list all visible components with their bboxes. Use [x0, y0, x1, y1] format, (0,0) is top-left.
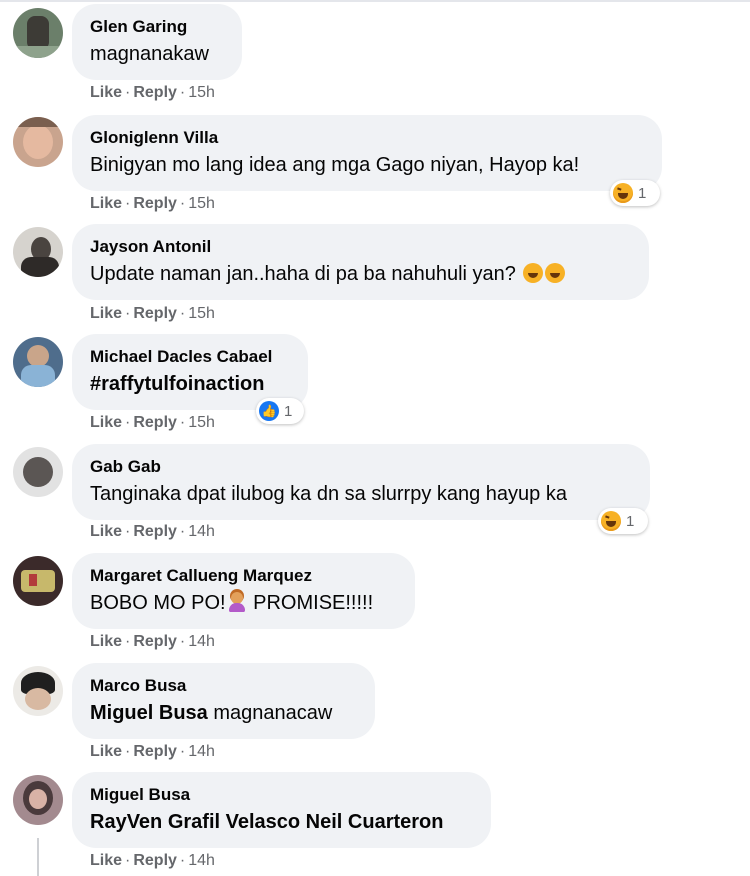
comment-text: magnanakaw [90, 43, 209, 65]
laughing-icon [545, 263, 566, 283]
comment-text: Binigyan mo lang idea ang mga Gago niyan… [90, 154, 580, 176]
mention-link[interactable]: RayVen Grafil Velasco Neil Cuarteron [90, 811, 443, 833]
haha-icon [613, 183, 633, 203]
comment-bubble: Miguel Busa RayVen Grafil Velasco Neil C… [72, 772, 491, 848]
top-divider [0, 0, 750, 2]
like-button[interactable]: Like [90, 633, 122, 650]
avatar[interactable] [13, 447, 63, 497]
comment-bubble: Glen Garing magnanakaw [72, 4, 242, 80]
hashtag-link[interactable]: #raffytulfoinaction [90, 373, 264, 395]
reply-button[interactable]: Reply [133, 414, 177, 431]
like-button[interactable]: Like [90, 852, 122, 869]
comment-bubble: Gab Gab Tanginaka dpat ilubog ka dn sa s… [72, 444, 650, 520]
reply-button[interactable]: Reply [133, 743, 177, 760]
like-button[interactable]: Like [90, 305, 122, 322]
like-button[interactable]: Like [90, 84, 122, 101]
comment-timestamp[interactable]: 15h [188, 305, 215, 322]
comment-actions: Like · Reply · 15h [90, 305, 215, 322]
comment-author[interactable]: Gloniglenn Villa [90, 128, 218, 148]
comment-actions: Like · Reply · 15h [90, 414, 215, 431]
avatar[interactable] [13, 337, 63, 387]
comment-text: BOBO MO PO! PROMISE!!!!! [90, 592, 374, 614]
reply-button[interactable]: Reply [133, 633, 177, 650]
reaction-count: 1 [284, 402, 293, 420]
comment-timestamp[interactable]: 14h [188, 523, 215, 540]
comment-bubble: Gloniglenn Villa Binigyan mo lang idea a… [72, 115, 662, 191]
mention-link[interactable]: Miguel Busa [90, 702, 208, 724]
reaction-badge[interactable]: 👍 1 [256, 398, 304, 424]
comment-timestamp[interactable]: 15h [188, 84, 215, 101]
comment-author[interactable]: Gab Gab [90, 457, 161, 477]
avatar[interactable] [13, 775, 63, 825]
reaction-count: 1 [638, 184, 647, 202]
comment-text: #raffytulfoinaction [90, 373, 264, 396]
comment-text: Miguel Busa magnanacaw [90, 702, 333, 724]
reply-thread-line [37, 838, 39, 876]
avatar[interactable] [13, 556, 63, 606]
comment-timestamp[interactable]: 14h [188, 852, 215, 869]
comment-bubble: Marco Busa Miguel Busa magnanacaw [72, 663, 375, 739]
comment-author[interactable]: Miguel Busa [90, 785, 190, 805]
comment-actions: Like · Reply · 14h [90, 523, 215, 540]
like-button[interactable]: Like [90, 414, 122, 431]
comment-actions: Like · Reply · 15h [90, 84, 215, 101]
comment-actions: Like · Reply · 15h [90, 195, 215, 212]
comment-author[interactable]: Marco Busa [90, 676, 186, 696]
comment-actions: Like · Reply · 14h [90, 852, 215, 869]
laughing-icon [523, 263, 544, 283]
comment-bubble: Jayson Antonil Update naman jan..haha di… [72, 224, 649, 300]
like-button[interactable]: Like [90, 195, 122, 212]
avatar[interactable] [13, 227, 63, 277]
like-button[interactable]: Like [90, 743, 122, 760]
comment-actions: Like · Reply · 14h [90, 743, 215, 760]
comment-author[interactable]: Margaret Callueng Marquez [90, 566, 312, 586]
reaction-badge[interactable]: 1 [598, 508, 648, 534]
haha-icon [601, 511, 621, 531]
reply-button[interactable]: Reply [133, 523, 177, 540]
comment-author[interactable]: Glen Garing [90, 17, 187, 37]
reply-button[interactable]: Reply [133, 195, 177, 212]
reaction-badge[interactable]: 1 [610, 180, 660, 206]
comment-timestamp[interactable]: 15h [188, 414, 215, 431]
reply-button[interactable]: Reply [133, 84, 177, 101]
comment-timestamp[interactable]: 14h [188, 743, 215, 760]
comment-actions: Like · Reply · 14h [90, 633, 215, 650]
comment-timestamp[interactable]: 15h [188, 195, 215, 212]
comment-author[interactable]: Jayson Antonil [90, 237, 211, 257]
avatar[interactable] [13, 8, 63, 58]
comment-author[interactable]: Michael Dacles Cabael [90, 347, 272, 367]
comment-text: Tanginaka dpat ilubog ka dn sa slurrpy k… [90, 483, 567, 505]
like-icon: 👍 [259, 401, 279, 421]
comment-text: RayVen Grafil Velasco Neil Cuarteron [90, 811, 443, 834]
avatar[interactable] [13, 117, 63, 167]
reaction-count: 1 [626, 512, 635, 530]
avatar[interactable] [13, 666, 63, 716]
comment-timestamp[interactable]: 14h [188, 633, 215, 650]
comment-bubble: Margaret Callueng Marquez BOBO MO PO! PR… [72, 553, 415, 629]
reply-button[interactable]: Reply [133, 305, 177, 322]
like-button[interactable]: Like [90, 523, 122, 540]
comment-text: Update naman jan..haha di pa ba nahuhuli… [90, 263, 566, 286]
person-shrugging-icon [228, 592, 246, 612]
reply-button[interactable]: Reply [133, 852, 177, 869]
